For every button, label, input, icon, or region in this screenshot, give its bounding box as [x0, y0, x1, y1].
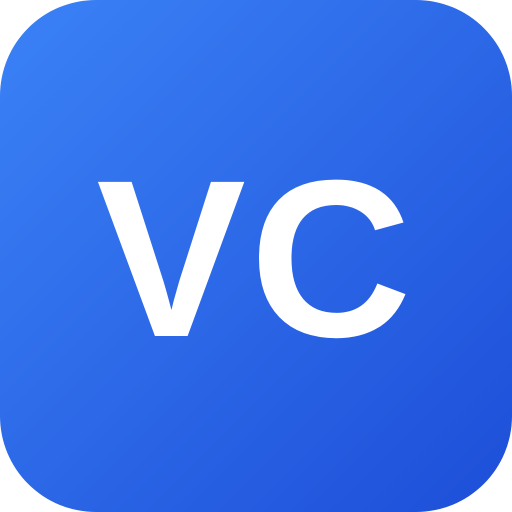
monogram-text: VC [96, 134, 416, 384]
app-icon: VC [0, 0, 512, 512]
